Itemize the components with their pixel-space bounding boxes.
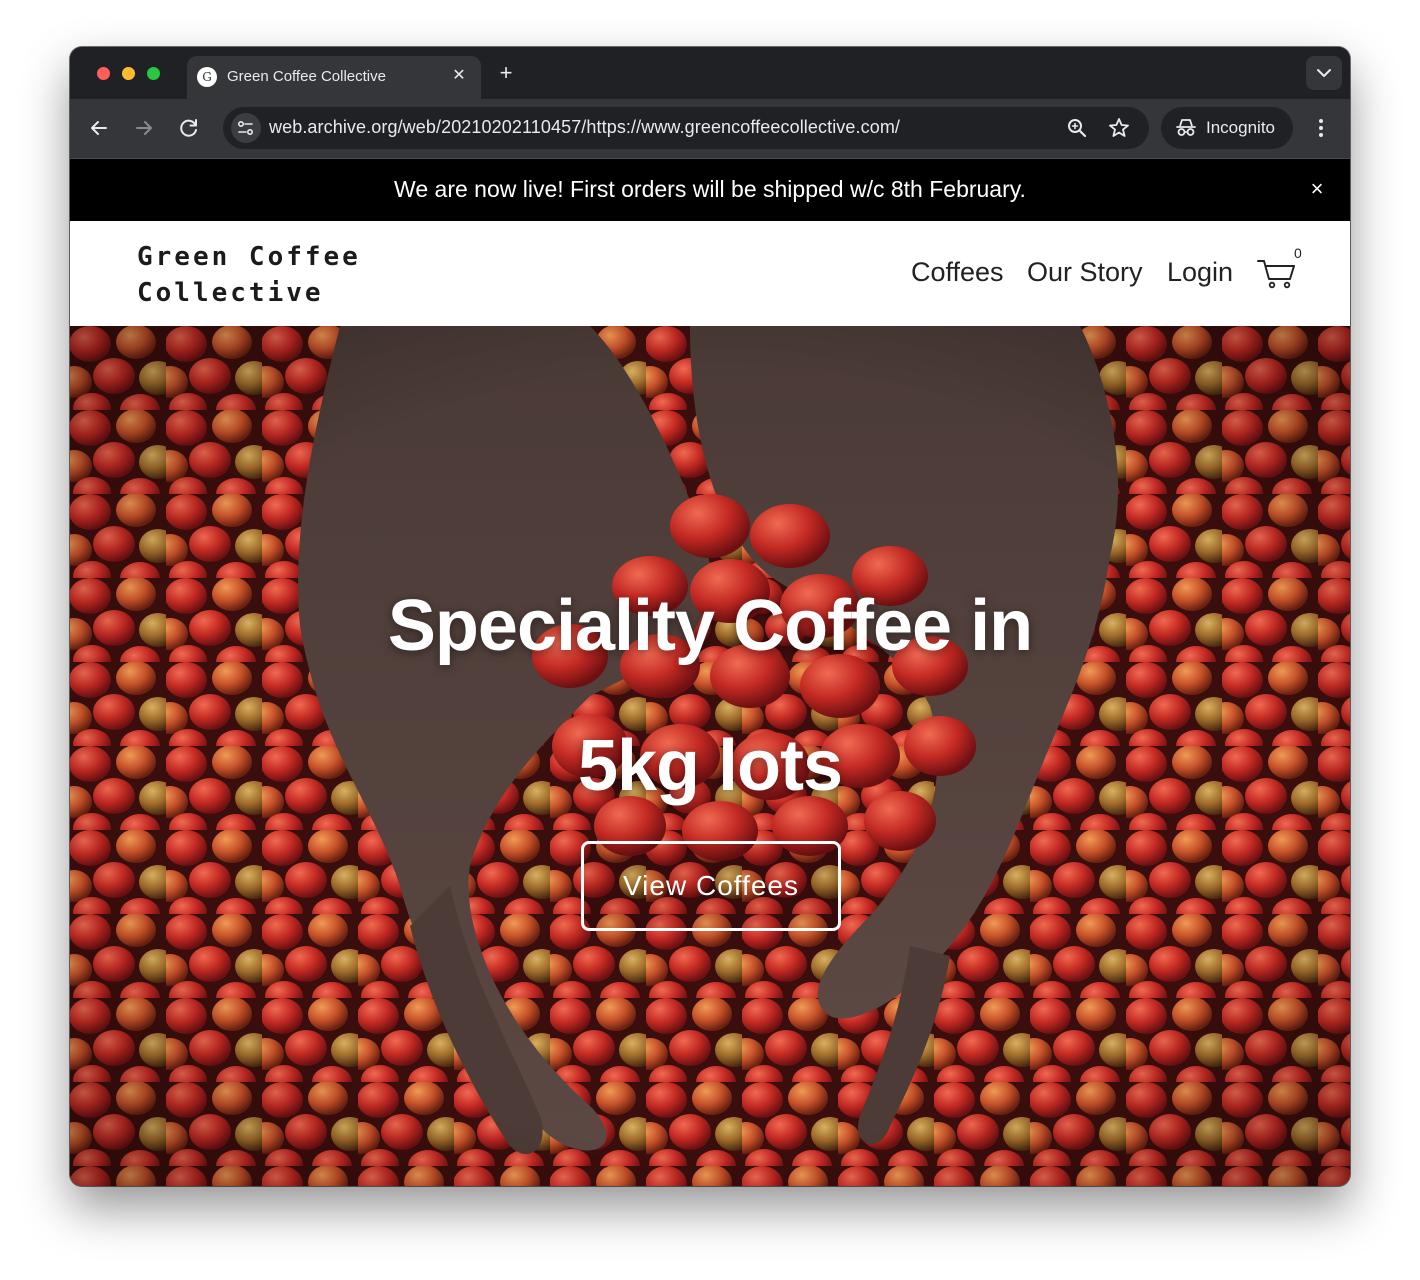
- browser-toolbar: web.archive.org/web/20210202110457/https…: [70, 99, 1350, 159]
- back-button[interactable]: [84, 113, 114, 143]
- close-window-button[interactable]: [97, 67, 110, 80]
- browser-window: G Green Coffee Collective ✕ + web.archiv…: [70, 47, 1350, 1186]
- announcement-text: We are now live! First orders will be sh…: [394, 176, 1026, 202]
- incognito-profile-button[interactable]: Incognito: [1161, 107, 1293, 149]
- cart-icon: [1257, 260, 1295, 289]
- back-icon: [91, 121, 107, 135]
- url-text[interactable]: web.archive.org/web/20210202110457/https…: [269, 117, 900, 138]
- cart-button[interactable]: [1256, 257, 1298, 291]
- tab-title: Green Coffee Collective: [227, 68, 386, 85]
- reload-icon: [180, 119, 197, 137]
- incognito-icon: [1176, 119, 1196, 136]
- browser-tab[interactable]: G Green Coffee Collective ✕: [187, 56, 481, 99]
- web-page: We are now live! First orders will be sh…: [70, 159, 1350, 1186]
- tab-strip: G Green Coffee Collective ✕ +: [70, 47, 1350, 99]
- forward-button[interactable]: [129, 113, 159, 143]
- view-coffees-button[interactable]: View Coffees: [581, 841, 841, 931]
- announcement-bar: We are now live! First orders will be sh…: [70, 159, 1350, 221]
- minimize-window-button[interactable]: [122, 67, 135, 80]
- reload-button[interactable]: [174, 113, 204, 143]
- new-tab-button[interactable]: +: [494, 59, 518, 87]
- tab-search-icon: [1317, 69, 1331, 77]
- logo-line-2: Collective: [137, 278, 324, 308]
- menu-icon: [1319, 119, 1323, 137]
- hero-title-line-1: Speciality Coffee in: [387, 586, 1033, 666]
- bookmark-button[interactable]: [1107, 116, 1131, 140]
- nav-our-story[interactable]: Our Story: [1027, 257, 1143, 288]
- hero-title-line-2: 5kg lots: [577, 726, 843, 806]
- zoom-button[interactable]: [1065, 116, 1089, 140]
- zoom-icon: [1068, 119, 1087, 138]
- tab-search-button[interactable]: [1306, 56, 1342, 90]
- nav-login[interactable]: Login: [1167, 257, 1233, 288]
- site-info-button[interactable]: [231, 113, 261, 143]
- site-logo[interactable]: Green Coffee Collective: [137, 239, 361, 311]
- maximize-window-button[interactable]: [147, 67, 160, 80]
- hero-section: Speciality Coffee in 5kg lots View Coffe…: [70, 326, 1350, 1186]
- address-bar[interactable]: web.archive.org/web/20210202110457/https…: [223, 107, 1149, 149]
- incognito-label: Incognito: [1206, 118, 1275, 137]
- cart-count-badge: 0: [1294, 245, 1302, 261]
- logo-line-1: Green Coffee: [137, 242, 361, 272]
- close-tab-icon[interactable]: ✕: [447, 64, 471, 88]
- site-info-icon: [238, 121, 253, 135]
- nav-coffees[interactable]: Coffees: [911, 257, 1004, 288]
- forward-icon: [136, 121, 152, 135]
- favicon-icon: G: [197, 67, 217, 87]
- browser-menu-button[interactable]: [1308, 113, 1334, 143]
- bookmark-star-icon: [1109, 118, 1129, 137]
- hero-title: Speciality Coffee in 5kg lots: [70, 556, 1350, 836]
- announcement-close-icon[interactable]: ×: [1304, 176, 1330, 202]
- site-header: Green Coffee Collective Coffees Our Story…: [70, 221, 1350, 326]
